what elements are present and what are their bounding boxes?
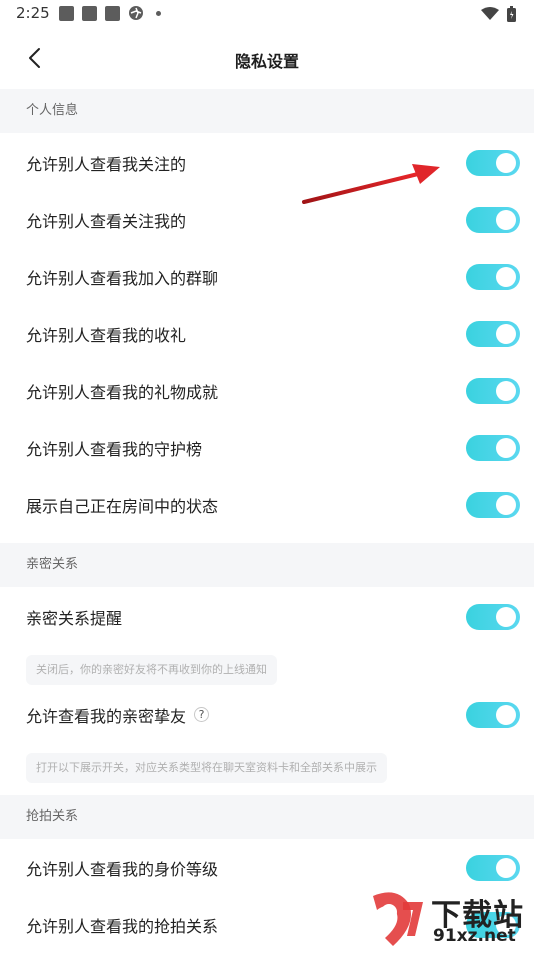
toggle-knob: [496, 380, 516, 401]
battery-icon: [507, 6, 516, 22]
setting-label: 允许别人查看我加入的群聊: [26, 268, 219, 288]
toggle-view-followers[interactable]: [466, 206, 520, 233]
setting-label: 允许别人查看我关注的: [26, 154, 187, 174]
setting-row-view-gift-achievements: 允许别人查看我的礼物成就: [0, 362, 534, 419]
toggle-view-close-friends[interactable]: [466, 701, 520, 728]
setting-label: 允许别人查看关注我的: [26, 211, 187, 231]
setting-row-view-groups: 允许别人查看我加入的群聊: [0, 248, 534, 305]
annotation-arrow-icon: [302, 164, 440, 204]
notification-icon: [105, 5, 120, 21]
status-bar: 2:25: [0, 0, 534, 28]
section-header-intimate: 亲密关系: [0, 543, 534, 587]
wifi-icon: [481, 7, 499, 20]
setting-row-view-followers: 允许别人查看关注我的: [0, 191, 534, 248]
toggle-knob: [496, 494, 516, 515]
setting-label: 允许别人查看我的守护榜: [26, 439, 203, 459]
setting-label: 允许别人查看我的身价等级: [26, 859, 219, 879]
toggle-knob: [496, 323, 516, 344]
setting-label: 允许别人查看我的抢拍关系: [26, 916, 219, 936]
notification-icon: [82, 5, 97, 21]
toggle-view-gift-achievements[interactable]: [466, 377, 520, 404]
setting-row-show-room-status: 展示自己正在房间中的状态: [0, 476, 534, 533]
setting-row-view-close-friends: 允许查看我的亲密挚友 ?: [0, 686, 534, 743]
toggle-knob: [496, 437, 516, 458]
watermark: 下载站 91xz.net: [363, 888, 534, 950]
toggle-knob: [496, 857, 516, 878]
toggle-knob: [496, 606, 516, 627]
toggle-view-my-follows[interactable]: [466, 149, 520, 176]
toggle-knob: [496, 209, 516, 230]
system-icons: [481, 6, 516, 22]
toggle-knob: [496, 152, 516, 173]
setting-row-view-gifts: 允许别人查看我的收礼: [0, 305, 534, 362]
setting-row-view-my-follows: 允许别人查看我关注的: [0, 134, 534, 191]
setting-label: 允许查看我的亲密挚友: [26, 706, 187, 726]
toggle-knob: [496, 704, 516, 725]
more-notifications-dot: [156, 10, 161, 16]
page-title: 隐私设置: [234, 52, 299, 71]
section-header-snatch: 抢拍关系: [0, 795, 534, 839]
setting-label: 允许别人查看我的收礼: [26, 325, 187, 345]
setting-row-intimate-reminder: 亲密关系提醒: [0, 588, 534, 645]
toggle-show-room-status[interactable]: [466, 491, 520, 518]
help-icon[interactable]: ?: [194, 707, 210, 722]
setting-label: 展示自己正在房间中的状态: [26, 496, 219, 516]
toggle-view-worth-level[interactable]: [466, 854, 520, 881]
toggle-view-groups[interactable]: [466, 263, 520, 290]
setting-row-view-guardian-list: 允许别人查看我的守护榜: [0, 419, 534, 476]
setting-label: 亲密关系提醒: [26, 608, 123, 628]
toggle-intimate-reminder[interactable]: [466, 603, 520, 630]
nav-bar: 隐私设置: [0, 28, 534, 88]
status-time: 2:25: [16, 4, 50, 22]
intimate-reminder-hint: 关闭后，你的亲密好友将不再收到你的上线通知: [26, 655, 277, 685]
aperture-icon: [129, 6, 143, 20]
toggle-knob: [496, 266, 516, 287]
section-header-personal-info: 个人信息: [0, 89, 534, 133]
toggle-view-gifts[interactable]: [466, 320, 520, 347]
watermark-url: 91xz.net: [433, 926, 516, 946]
setting-label: 允许别人查看我的礼物成就: [26, 382, 219, 402]
toggle-view-guardian-list[interactable]: [466, 434, 520, 461]
notification-icon: [59, 5, 74, 21]
watermark-logo-icon: [373, 892, 423, 946]
notification-icons: [59, 5, 161, 21]
close-friends-hint: 打开以下展示开关，对应关系类型将在聊天室资料卡和全部关系中展示: [26, 753, 387, 783]
